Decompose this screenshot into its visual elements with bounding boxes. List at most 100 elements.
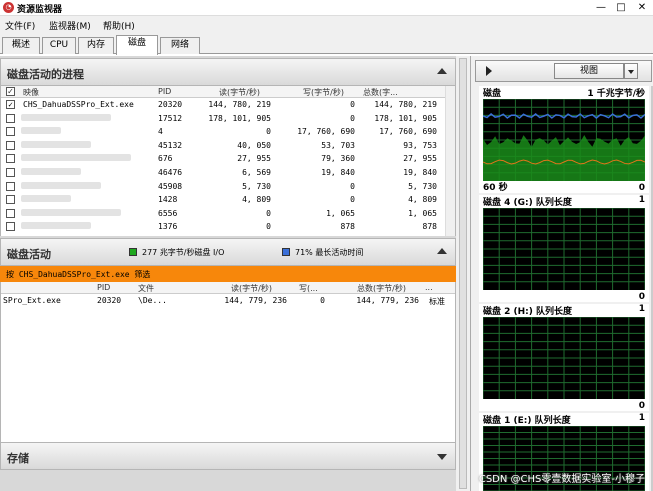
table-row[interactable]: SPro_Ext.exe 20320 \De... 144, 779, 236 … bbox=[1, 295, 455, 308]
pane-splitter[interactable] bbox=[456, 56, 470, 491]
graph-scale: 1 千兆字节/秒 bbox=[587, 89, 645, 99]
close-button[interactable]: ✕ bbox=[633, 1, 651, 14]
row-checkbox[interactable] bbox=[6, 127, 15, 137]
cell-read: 0 bbox=[266, 208, 271, 218]
menu-monitor[interactable]: 监视器(M) bbox=[49, 19, 91, 32]
disk-activity-section-header[interactable]: 磁盘活动 277 兆字节/秒磁盘 I/O 71% 最长活动时间 bbox=[0, 238, 456, 266]
cell-total: 878 bbox=[422, 222, 437, 232]
disk-activity-table-header: PID 文件 读(字节/秒) 写(... 总数(字节/秒) ... bbox=[1, 282, 455, 294]
collapse-icon[interactable] bbox=[437, 248, 447, 254]
tab-network[interactable]: 网络 bbox=[160, 37, 200, 54]
row-checkbox[interactable]: ✓ bbox=[6, 100, 15, 109]
table-row[interactable]: 6556 0 1, 065 1, 065 bbox=[1, 208, 455, 221]
cell-read: 6, 569 bbox=[242, 168, 271, 177]
col-file[interactable]: 文件 bbox=[138, 283, 154, 294]
row-checkbox[interactable] bbox=[6, 140, 15, 150]
col-read[interactable]: 读(字节/秒) bbox=[219, 87, 260, 98]
resource-monitor-icon: ◔ bbox=[3, 2, 14, 13]
graph-scale: 1 bbox=[638, 195, 645, 205]
col-pid[interactable]: PID bbox=[97, 283, 110, 292]
cell-pid: 6556 bbox=[158, 208, 178, 218]
graph-time-span: 60 秒 bbox=[483, 183, 508, 193]
process-table-header: ✓ 映像 PID 读(字节/秒) 写(字节/秒) 总数(字... bbox=[1, 86, 455, 98]
tab-overview[interactable]: 概述 bbox=[2, 37, 40, 54]
disk-graph-svg bbox=[483, 99, 645, 181]
cell-write: 79, 360 bbox=[321, 154, 355, 164]
graph-min: 0 bbox=[638, 401, 645, 411]
table-row[interactable]: 676 27, 955 79, 360 27, 955 bbox=[1, 153, 455, 166]
disk2-queue-graph: 磁盘 2 (H:) 队列长度 1 0 bbox=[479, 304, 649, 411]
process-table: ✓ 映像 PID 读(字节/秒) 写(字节/秒) 总数(字... ✓ CHS_Da… bbox=[0, 86, 456, 236]
select-all-checkbox[interactable]: ✓ bbox=[6, 87, 15, 96]
collapse-icon[interactable] bbox=[437, 68, 447, 74]
cell-pid: 45132 bbox=[158, 140, 183, 150]
tab-memory[interactable]: 内存 bbox=[78, 37, 114, 54]
disk4-queue-plot bbox=[483, 208, 645, 290]
tab-disk[interactable]: 磁盘 bbox=[116, 35, 158, 55]
splitter-track[interactable] bbox=[459, 58, 467, 489]
tab-cpu[interactable]: CPU bbox=[42, 37, 76, 54]
table-row[interactable]: 1428 4, 809 0 4, 809 bbox=[1, 194, 455, 207]
filter-text: 按 CHS_DahuaDSSPro_Ext.exe 筛选 bbox=[6, 270, 151, 279]
redacted-image-name bbox=[21, 181, 101, 189]
row-checkbox[interactable] bbox=[6, 195, 15, 205]
table-row[interactable]: ✓ CHS_DahuaDSSPro_Ext.exe 20320 144, 780, 2… bbox=[1, 99, 455, 112]
col-pid[interactable]: PID bbox=[158, 87, 171, 96]
cell-read: 4, 809 bbox=[242, 195, 271, 205]
row-checkbox[interactable] bbox=[6, 168, 15, 177]
cell-file: \De... bbox=[138, 296, 167, 305]
table-row[interactable]: 4 0 17, 760, 690 17, 760, 690 bbox=[1, 126, 455, 139]
storage-section-header[interactable]: 存储 bbox=[0, 442, 456, 470]
redacted-image-name bbox=[21, 208, 121, 216]
cell-pid: 1428 bbox=[158, 195, 178, 205]
expand-icon[interactable] bbox=[437, 454, 447, 460]
left-pane: 磁盘活动的进程 ✓ 映像 PID 读(字节/秒) 写(字节/秒) 总数(字...… bbox=[0, 56, 456, 491]
disk-activity-table: PID 文件 读(字节/秒) 写(... 总数(字节/秒) ... SPro_E… bbox=[0, 282, 456, 442]
row-checkbox[interactable] bbox=[6, 222, 15, 232]
table-row[interactable]: 17512 178, 101, 905 0 178, 101, 905 bbox=[1, 113, 455, 126]
row-checkbox[interactable] bbox=[6, 208, 15, 218]
redacted-image-name bbox=[21, 140, 91, 148]
col-image[interactable]: 映像 bbox=[23, 87, 39, 98]
graph-scale: 1 bbox=[638, 413, 645, 423]
redacted-image-name bbox=[21, 127, 61, 135]
row-checkbox[interactable] bbox=[6, 154, 15, 164]
table-row[interactable]: 1376 0 878 878 bbox=[1, 221, 455, 234]
col-total[interactable]: 总数(字节/秒) bbox=[357, 283, 406, 294]
play-arrow-icon[interactable] bbox=[486, 66, 492, 76]
table-row[interactable]: 46476 6, 569 19, 840 19, 840 bbox=[1, 167, 455, 180]
col-more[interactable]: ... bbox=[425, 283, 433, 292]
col-read[interactable]: 读(字节/秒) bbox=[231, 283, 272, 294]
row-checkbox[interactable] bbox=[6, 113, 15, 123]
view-button[interactable]: 视图 bbox=[554, 63, 624, 79]
redacted-image-name bbox=[21, 195, 71, 203]
cell-write: 878 bbox=[340, 222, 355, 232]
cell-write: 0 bbox=[350, 195, 355, 205]
menu-help[interactable]: 帮助(H) bbox=[103, 19, 135, 32]
cell-read: 144, 779, 236 bbox=[224, 296, 287, 305]
view-button-label: 视图 bbox=[579, 66, 598, 76]
maximize-button[interactable]: □ bbox=[612, 1, 630, 14]
table-row[interactable]: 45132 40, 050 53, 703 93, 753 bbox=[1, 140, 455, 153]
processes-section-title: 磁盘活动的进程 bbox=[7, 68, 84, 81]
menu-file[interactable]: 文件(F) bbox=[5, 19, 35, 32]
storage-title: 存储 bbox=[7, 452, 29, 465]
minimize-button[interactable]: — bbox=[592, 1, 610, 14]
col-total[interactable]: 总数(字... bbox=[363, 87, 398, 98]
cell-read: 0 bbox=[266, 222, 271, 232]
cell-pid: 1376 bbox=[158, 222, 178, 232]
cell-total: 27, 955 bbox=[403, 154, 437, 164]
processes-section-header[interactable]: 磁盘活动的进程 bbox=[0, 58, 456, 86]
view-dropdown[interactable] bbox=[624, 63, 638, 79]
cell-total: 93, 753 bbox=[403, 140, 437, 150]
cell-write: 17, 760, 690 bbox=[297, 127, 355, 137]
table-row[interactable]: 45908 5, 730 0 5, 730 bbox=[1, 181, 455, 194]
process-table-scrollbar[interactable] bbox=[445, 86, 455, 236]
disk-graph-plot bbox=[483, 99, 645, 181]
disk-graph: 磁盘 1 千兆字节/秒 60 秒 0 bbox=[479, 86, 649, 193]
cell-total: 178, 101, 905 bbox=[374, 113, 437, 123]
cell-pid: 45908 bbox=[158, 181, 183, 191]
col-write[interactable]: 写(字节/秒) bbox=[303, 87, 344, 98]
row-checkbox[interactable] bbox=[6, 181, 15, 191]
col-write[interactable]: 写(... bbox=[299, 283, 318, 294]
